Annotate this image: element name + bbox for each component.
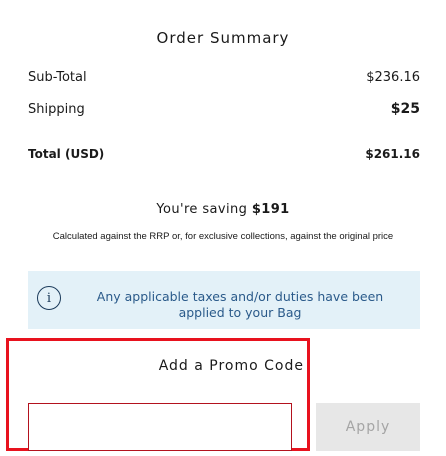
info-icon: i — [37, 286, 61, 310]
shipping-value: $25 — [390, 101, 420, 117]
total-row: Total (USD) $261.16 — [28, 147, 420, 161]
apply-button[interactable]: Apply — [316, 403, 420, 451]
tax-info-text: Any applicable taxes and/or duties have … — [96, 289, 384, 320]
shipping-row: Shipping $25 — [28, 101, 420, 117]
subtotal-row: Sub-Total $236.16 — [28, 70, 420, 85]
total-label: Total (USD) — [28, 147, 105, 161]
saving-line: You're saving $191 — [0, 202, 446, 217]
promo-code-input[interactable] — [28, 403, 292, 451]
subtotal-value: $236.16 — [366, 70, 420, 85]
order-summary-title: Order Summary — [156, 29, 290, 47]
promo-code-heading: Add a Promo Code — [158, 358, 304, 374]
tax-info-banner: i Any applicable taxes and/or duties hav… — [28, 271, 420, 329]
subtotal-label: Sub-Total — [28, 70, 87, 85]
total-value: $261.16 — [365, 147, 420, 161]
shipping-label: Shipping — [28, 101, 85, 117]
saving-prefix: You're saving — [156, 202, 248, 217]
saving-amount: $191 — [251, 202, 290, 217]
rrp-note: Calculated against the RRP or, for exclu… — [52, 231, 394, 242]
